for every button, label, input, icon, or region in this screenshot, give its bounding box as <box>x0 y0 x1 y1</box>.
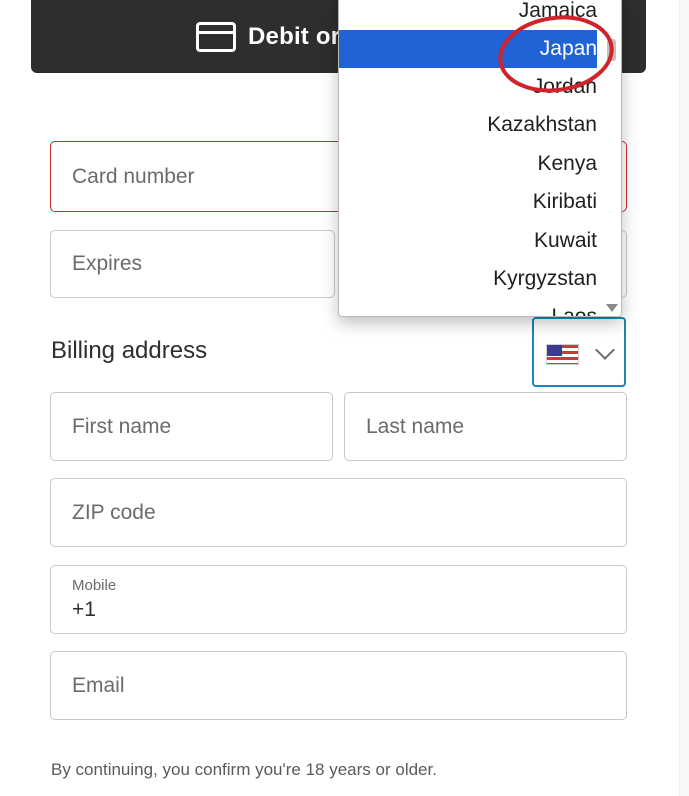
country-option-selected[interactable]: Japan <box>339 30 597 68</box>
expires-placeholder: Expires <box>72 252 143 275</box>
card-number-placeholder: Card number <box>72 164 195 188</box>
expires-field[interactable]: Expires <box>50 230 335 298</box>
page-edge <box>679 0 689 796</box>
zip-code-field[interactable]: ZIP code <box>50 478 627 547</box>
mobile-value: +1 <box>72 598 96 621</box>
first-name-field[interactable]: First name <box>50 392 333 461</box>
email-field[interactable]: Email <box>50 651 627 720</box>
country-option[interactable]: Kiribati <box>339 183 597 221</box>
country-option[interactable]: Jamaica <box>339 0 597 30</box>
last-name-placeholder: Last name <box>366 414 465 438</box>
mobile-field[interactable]: Mobile +1 <box>50 565 627 634</box>
email-placeholder: Email <box>72 673 125 697</box>
scrollbar-thumb[interactable] <box>607 39 616 61</box>
us-flag-icon <box>546 344 579 365</box>
country-option[interactable]: Jordan <box>339 68 597 106</box>
debit-button-label: Debit or <box>248 22 341 50</box>
country-selector[interactable] <box>532 317 626 387</box>
first-name-placeholder: First name <box>72 414 172 438</box>
age-disclaimer: By continuing, you confirm you're 18 yea… <box>51 760 437 779</box>
credit-card-icon <box>196 21 236 52</box>
mobile-label: Mobile <box>72 577 117 594</box>
scroll-down-arrow-icon[interactable] <box>606 304 618 312</box>
country-option[interactable]: Laos <box>339 298 597 316</box>
dropdown-scrollbar[interactable] <box>603 0 621 316</box>
country-option[interactable]: Kazakhstan <box>339 106 597 144</box>
country-option[interactable]: Kuwait <box>339 222 597 260</box>
country-dropdown-list[interactable]: Jamaica Japan Jordan Kazakhstan Kenya Ki… <box>338 0 622 317</box>
billing-address-title: Billing address <box>51 337 208 364</box>
chevron-down-icon <box>595 340 615 360</box>
zip-code-placeholder: ZIP code <box>72 500 156 524</box>
last-name-field[interactable]: Last name <box>344 392 627 461</box>
country-option[interactable]: Kenya <box>339 145 597 183</box>
country-option[interactable]: Kyrgyzstan <box>339 260 597 298</box>
